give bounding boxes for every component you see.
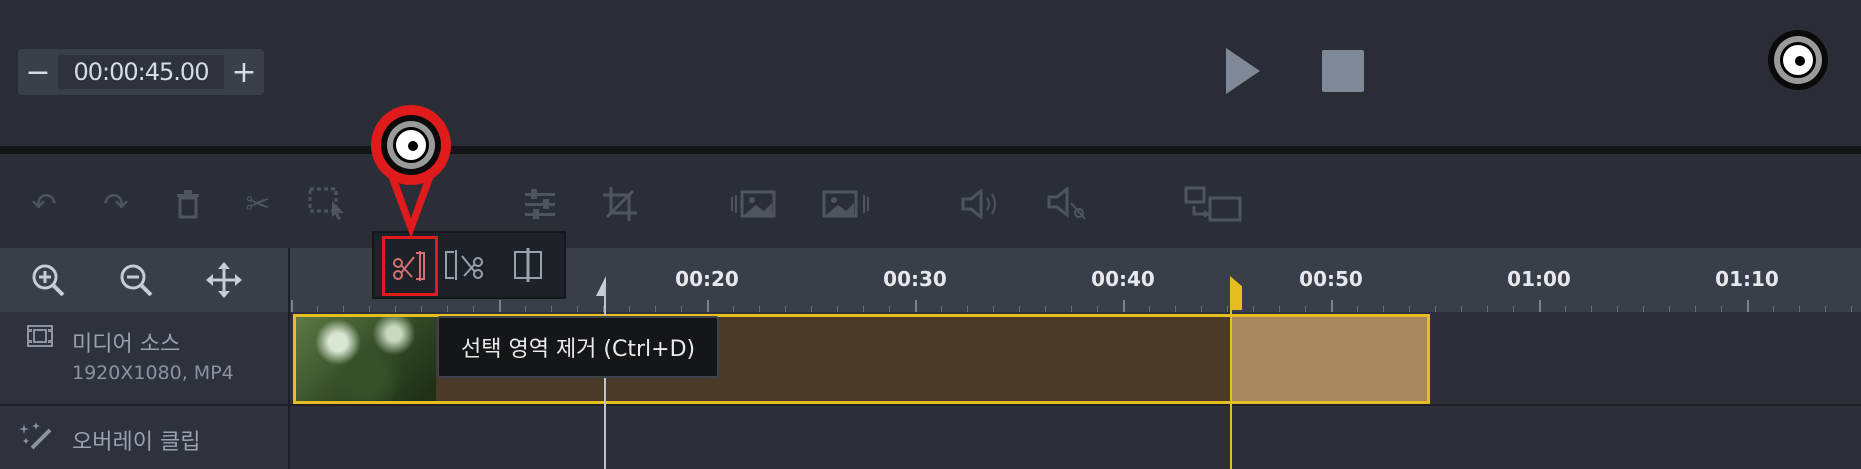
split-menu — [372, 231, 566, 299]
tick-major — [1331, 300, 1333, 312]
magic-wand-icon — [18, 420, 54, 456]
remove-selection-button[interactable] — [382, 236, 438, 296]
eye-icon — [1768, 30, 1828, 90]
split-clip-button[interactable] — [506, 245, 550, 285]
time-decrease-button[interactable]: − — [18, 49, 58, 95]
tick-label: 00:40 — [1091, 267, 1155, 291]
stop-button[interactable] — [1322, 50, 1364, 92]
zoom-out-icon[interactable] — [116, 260, 156, 300]
crop-icon[interactable] — [600, 184, 640, 224]
tick-label: 01:00 — [1507, 267, 1571, 291]
edit-toolbar: ↶ ↷ ✂ — [0, 154, 1861, 248]
cut-icon[interactable]: ✂ — [238, 184, 278, 224]
tick-label: 00:50 — [1299, 267, 1363, 291]
tick-label: 00:30 — [883, 267, 947, 291]
image-fit-icon[interactable] — [730, 184, 786, 224]
track-header-overlay[interactable]: 오버레이 클립 — [0, 406, 290, 469]
track-overlay-lane[interactable] — [290, 406, 1861, 469]
film-icon — [26, 324, 54, 354]
undo-icon[interactable]: ↶ — [24, 184, 64, 224]
tick-major — [1123, 300, 1125, 312]
tick-major — [915, 300, 917, 312]
image-icon[interactable] — [820, 184, 876, 224]
timeline-zoom-controls — [0, 248, 290, 312]
volume-icon[interactable] — [958, 184, 1004, 224]
track-header-media[interactable]: 미디어 소스 1920X1080, MP4 — [0, 312, 290, 406]
fit-view-icon[interactable] — [204, 260, 244, 300]
selection-end-line — [1230, 286, 1232, 469]
time-stepper: − 00:00:45.00 + — [18, 49, 264, 95]
player-bar — [0, 0, 1861, 146]
adjust-icon[interactable] — [520, 184, 560, 224]
divider — [0, 146, 1861, 154]
track-name: 미디어 소스 — [72, 332, 181, 357]
tick-major — [1747, 300, 1749, 312]
play-button[interactable] — [1226, 48, 1260, 94]
track-meta: 1920X1080, MP4 — [72, 362, 234, 384]
time-increase-button[interactable]: + — [224, 49, 264, 95]
clip-thumbnail — [296, 317, 436, 401]
tick-label: 01:10 — [1715, 267, 1779, 291]
tick-label: 00:20 — [675, 267, 739, 291]
replace-icon[interactable] — [1184, 184, 1244, 224]
select-area-icon[interactable] — [308, 184, 348, 224]
time-input[interactable]: 00:00:45.00 — [58, 55, 224, 89]
split-cut-button[interactable] — [442, 245, 486, 285]
eye-icon — [381, 115, 441, 175]
delete-icon[interactable] — [168, 184, 208, 224]
tick-major — [707, 300, 709, 312]
tick-major — [499, 300, 501, 312]
tick-major — [291, 300, 293, 312]
tooltip: 선택 영역 제거 (Ctrl+D) — [437, 316, 720, 378]
zoom-in-icon[interactable] — [28, 260, 68, 300]
mute-icon[interactable] — [1044, 184, 1090, 224]
redo-icon[interactable]: ↷ — [96, 184, 136, 224]
tick-major — [1539, 300, 1541, 312]
track-name: 오버레이 클립 — [72, 430, 201, 455]
